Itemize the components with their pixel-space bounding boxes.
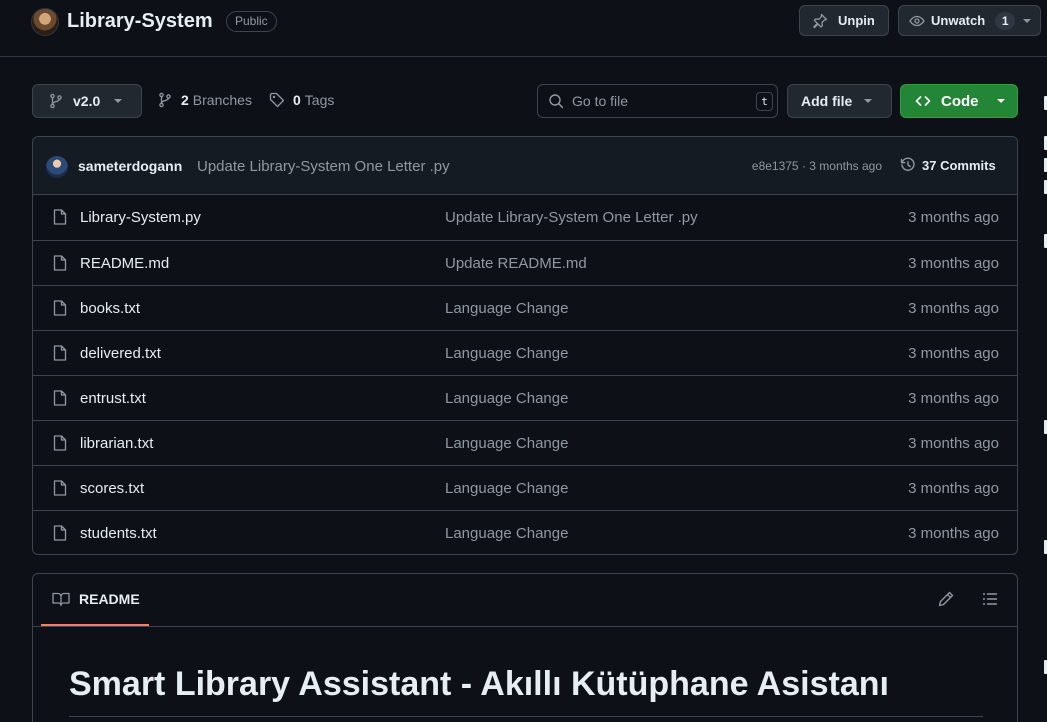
pin-icon (812, 13, 828, 29)
file-icon (53, 390, 67, 406)
table-row[interactable]: librarian.txt Language Change 3 months a… (33, 420, 1017, 465)
about-sidebar-clipped (1040, 80, 1047, 720)
commit-hash-time[interactable]: e8e1375 · 3 months ago (752, 159, 882, 173)
chevron-down-icon (114, 99, 123, 103)
file-commit-time: 3 months ago (908, 525, 999, 542)
commits-count-label: 37 Commits (922, 157, 996, 173)
file-name[interactable]: books.txt (80, 300, 140, 317)
git-branch-icon (48, 93, 64, 109)
keyboard-shortcut-hint: t (756, 92, 773, 111)
file-commit-time: 3 months ago (908, 390, 999, 407)
author-avatar[interactable] (46, 156, 68, 178)
file-listing: sameterdogann Update Library-System One … (32, 136, 1018, 555)
commit-message[interactable]: Update Library-System One Letter .py (197, 158, 450, 175)
file-name[interactable]: entrust.txt (80, 390, 146, 407)
go-to-file-search[interactable]: t (537, 84, 778, 118)
table-row[interactable]: students.txt Language Change 3 months ag… (33, 510, 1017, 554)
history-icon (900, 157, 916, 173)
file-commit-message[interactable]: Language Change (445, 525, 568, 542)
latest-commit-bar: sameterdogann Update Library-System One … (33, 137, 1017, 195)
file-icon (53, 435, 67, 451)
table-row[interactable]: scores.txt Language Change 3 months ago (33, 465, 1017, 510)
file-icon (53, 480, 67, 496)
pencil-icon[interactable] (937, 590, 955, 608)
add-file-label: Add file (801, 93, 853, 109)
table-row[interactable]: delivered.txt Language Change 3 months a… (33, 330, 1017, 375)
tags-count: 0 (293, 92, 301, 108)
git-branch-icon (157, 92, 173, 108)
branches-link[interactable]: 2 Branches (157, 92, 252, 108)
file-commit-time: 3 months ago (908, 300, 999, 317)
chevron-down-icon (1023, 18, 1032, 23)
heading-underline (69, 716, 983, 717)
list-outline-icon[interactable] (981, 590, 999, 608)
readme-tab[interactable]: README (41, 574, 149, 626)
file-commit-time: 3 months ago (908, 255, 999, 272)
tag-icon (269, 92, 285, 108)
unwatch-label: Unwatch (931, 13, 986, 28)
readme-heading: Smart Library Assistant - Akıllı Kütüpha… (69, 665, 889, 703)
file-name[interactable]: scores.txt (80, 480, 144, 497)
code-button[interactable]: Code (900, 84, 1018, 118)
file-commit-time: 3 months ago (908, 480, 999, 497)
unwatch-button[interactable]: Unwatch 1 (898, 5, 1041, 36)
repo-name[interactable]: Library-System (67, 10, 213, 33)
search-icon (548, 93, 564, 109)
file-commit-message[interactable]: Language Change (445, 480, 568, 497)
table-row[interactable]: README.md Update README.md 3 months ago (33, 240, 1017, 285)
file-icon (53, 209, 67, 225)
file-commit-message[interactable]: Language Change (445, 390, 568, 407)
commit-author[interactable]: sameterdogann (78, 158, 182, 174)
readme-divider (33, 626, 1017, 627)
table-row[interactable]: Library-System.py Update Library-System … (33, 195, 1017, 240)
owner-avatar[interactable] (31, 8, 59, 36)
file-icon (53, 255, 67, 271)
chevron-down-icon (996, 99, 1005, 103)
code-icon (915, 93, 931, 109)
file-icon (53, 525, 67, 541)
file-commit-time: 3 months ago (908, 345, 999, 362)
readme-panel: README Smart Library Assistant - Akıllı … (32, 573, 1018, 722)
file-commit-message[interactable]: Language Change (445, 435, 568, 452)
file-name[interactable]: Library-System.py (80, 209, 201, 226)
branch-select-button[interactable]: v2.0 (32, 84, 142, 118)
table-row[interactable]: books.txt Language Change 3 months ago (33, 285, 1017, 330)
add-file-button[interactable]: Add file (787, 84, 892, 118)
file-commit-message[interactable]: Update README.md (445, 255, 587, 272)
go-to-file-input[interactable] (572, 93, 742, 109)
file-commit-time: 3 months ago (908, 435, 999, 452)
branches-count: 2 (181, 92, 189, 108)
file-name[interactable]: librarian.txt (80, 435, 153, 452)
eye-icon (909, 13, 925, 29)
code-label: Code (941, 92, 979, 110)
watch-counter: 1 (995, 11, 1016, 30)
file-commit-message[interactable]: Language Change (445, 345, 568, 362)
tags-link[interactable]: 0 Tags (269, 92, 334, 108)
unpin-label: Unpin (838, 13, 875, 28)
branches-label: Branches (192, 92, 252, 108)
file-icon (53, 300, 67, 316)
branch-name: v2.0 (73, 93, 101, 109)
file-icon (53, 345, 67, 361)
table-row[interactable]: entrust.txt Language Change 3 months ago (33, 375, 1017, 420)
file-commit-time: 3 months ago (908, 209, 999, 226)
tags-label: Tags (304, 92, 335, 108)
visibility-badge: Public (226, 11, 277, 32)
file-commit-message[interactable]: Update Library-System One Letter .py (445, 209, 698, 226)
file-name[interactable]: delivered.txt (80, 345, 161, 362)
commits-history-link[interactable]: 37 Commits (900, 157, 996, 173)
file-commit-message[interactable]: Language Change (445, 300, 568, 317)
chevron-down-icon (864, 99, 873, 103)
file-name[interactable]: students.txt (80, 525, 157, 542)
unpin-button[interactable]: Unpin (799, 5, 889, 36)
readme-tab-label: README (79, 591, 140, 607)
book-icon (52, 591, 70, 607)
file-name[interactable]: README.md (80, 255, 169, 272)
